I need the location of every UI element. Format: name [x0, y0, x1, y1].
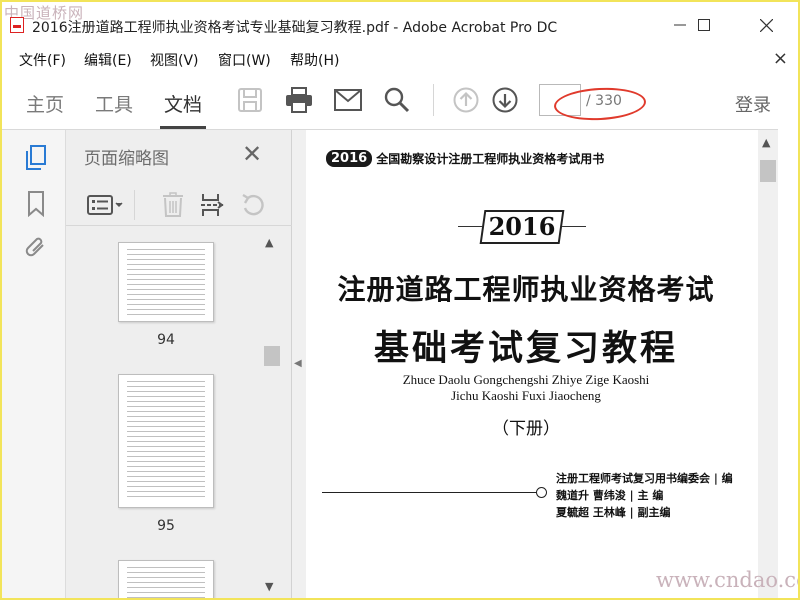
- scroll-up-icon[interactable]: ▲: [762, 136, 770, 149]
- page-thumbnail-label: 95: [157, 518, 175, 534]
- menu-file[interactable]: 文件(F): [19, 50, 66, 70]
- navigation-rail: [2, 130, 66, 598]
- scroll-up-icon[interactable]: ▲: [265, 236, 273, 249]
- toolbar-divider: [433, 84, 434, 116]
- editor-line: 魏道升 曹纬浚 | 主 编: [556, 489, 664, 502]
- panel-collapse-handle[interactable]: ◀: [292, 130, 306, 598]
- menu-bar: 文件(F) 编辑(E) 视图(V) 窗口(W) 帮助(H) ×: [2, 46, 798, 72]
- envelope-icon: [334, 89, 362, 111]
- scrollbar-thumb[interactable]: [760, 160, 776, 182]
- maximize-icon: [698, 19, 710, 31]
- book-title-line2: 基础考试复习教程: [373, 328, 678, 369]
- maximize-button[interactable]: [684, 12, 724, 38]
- options-menu-button[interactable]: [86, 190, 126, 220]
- trash-icon: [163, 192, 183, 217]
- thumbnail-text-lines: [127, 249, 205, 315]
- document-view: 2016 全国勘察设计注册工程师执业资格考试用书 2016 注册道路工程师执业资…: [306, 130, 758, 598]
- tab-home[interactable]: 主页: [26, 90, 64, 117]
- page-thumbnail[interactable]: [118, 242, 214, 322]
- page-thumbnail[interactable]: [118, 560, 214, 598]
- arrow-up-circle-icon: [453, 87, 479, 113]
- email-button[interactable]: [332, 85, 364, 115]
- scroll-down-icon[interactable]: ▼: [265, 580, 273, 593]
- search-icon: [384, 87, 410, 113]
- save-button[interactable]: [234, 85, 266, 115]
- thumbnail-text-lines: [127, 567, 205, 598]
- list-options-icon: [87, 195, 123, 215]
- tab-document[interactable]: 文档: [159, 90, 207, 129]
- main-toolbar: 主页 工具 文档 / 330 登录: [2, 72, 778, 130]
- panel-toolbar: [66, 182, 292, 226]
- editor-line: 夏毓超 王林峰 | 副主编: [556, 506, 671, 519]
- arrow-down-circle-icon: [492, 87, 518, 113]
- page-thumbnail-label: 94: [157, 332, 175, 348]
- tab-tools[interactable]: 工具: [95, 90, 133, 117]
- login-button[interactable]: 登录: [735, 91, 771, 117]
- app-window: 中国道桥网 2016注册道路工程师执业资格考试专业基础复习教程.pdf - Ad…: [0, 0, 800, 600]
- print-button[interactable]: [283, 85, 315, 115]
- close-document-icon[interactable]: ×: [773, 48, 788, 69]
- window-title: 2016注册道路工程师执业资格考试专业基础复习教程.pdf - Adobe Ac…: [32, 20, 558, 36]
- printer-icon: [286, 87, 312, 113]
- save-icon: [238, 88, 262, 112]
- watermark-bottom: www.cndao.com: [656, 568, 798, 592]
- close-icon: [759, 18, 773, 32]
- extract-page-button[interactable]: [198, 190, 228, 220]
- bookmarks-button[interactable]: [22, 190, 50, 218]
- page-extract-icon: [201, 194, 225, 216]
- editors-block: 注册工程师考试复习用书编委会 | 编 魏道升 曹纬浚 | 主 编 夏毓超 王林峰…: [556, 470, 733, 521]
- editor-rule: [322, 492, 540, 493]
- document-series-header: 2016 全国勘察设计注册工程师执业资格考试用书: [326, 150, 604, 167]
- series-year-badge: 2016: [326, 150, 373, 167]
- volume-label: （下册）: [492, 419, 560, 439]
- next-page-button[interactable]: [489, 85, 521, 115]
- rotate-page-button[interactable]: [238, 190, 268, 220]
- thumbnails-panel: 页面缩略图 ✕ 94 95 ▲ ▼: [66, 130, 292, 598]
- attachments-button[interactable]: [22, 234, 50, 262]
- menu-help[interactable]: 帮助(H): [290, 50, 339, 70]
- year-emblem: 2016: [458, 210, 586, 244]
- panel-divider: [134, 190, 135, 220]
- pdf-file-icon: [10, 17, 24, 33]
- menu-view[interactable]: 视图(V): [150, 50, 199, 70]
- bookmark-icon: [28, 191, 44, 217]
- thumbnail-list: 94 95: [66, 234, 272, 598]
- title-bar: 中国道桥网 2016注册道路工程师执业资格考试专业基础复习教程.pdf - Ad…: [2, 2, 798, 46]
- document-scrollbar[interactable]: ▲: [758, 130, 778, 598]
- close-window-button[interactable]: [746, 12, 786, 38]
- menu-window[interactable]: 窗口(W): [218, 50, 271, 70]
- series-text: 全国勘察设计注册工程师执业资格考试用书: [376, 152, 605, 166]
- year-text: 2016: [488, 212, 556, 241]
- pinyin-line1: Zhuce Daolu Gongchengshi Zhiye Zige Kaos…: [402, 372, 650, 387]
- editor-line: 注册工程师考试复习用书编委会 | 编: [556, 472, 733, 485]
- book-title-line1: 注册道路工程师执业资格考试: [337, 273, 715, 306]
- page-thumbnail[interactable]: [118, 374, 214, 508]
- pinyin-line2: Jichu Kaoshi Fuxi Jiaocheng: [451, 388, 601, 403]
- scrollbar-thumb[interactable]: [264, 346, 280, 366]
- chevron-left-icon: ◀: [294, 358, 302, 369]
- thumbnail-text-lines: [127, 381, 205, 501]
- previous-page-button[interactable]: [450, 85, 482, 115]
- rotate-icon: [242, 193, 264, 216]
- menu-edit[interactable]: 编辑(E): [84, 50, 132, 70]
- thumbnail-scrollbar[interactable]: ▲ ▼: [262, 234, 282, 598]
- page-thumbnails-button[interactable]: [22, 144, 50, 172]
- pages-icon: [26, 145, 46, 170]
- paperclip-icon: [25, 237, 44, 257]
- close-panel-icon[interactable]: ✕: [242, 140, 262, 168]
- panel-title: 页面缩略图: [84, 149, 169, 169]
- editor-rule-dot: [536, 487, 547, 498]
- search-button[interactable]: [381, 85, 413, 115]
- delete-page-button[interactable]: [158, 190, 188, 220]
